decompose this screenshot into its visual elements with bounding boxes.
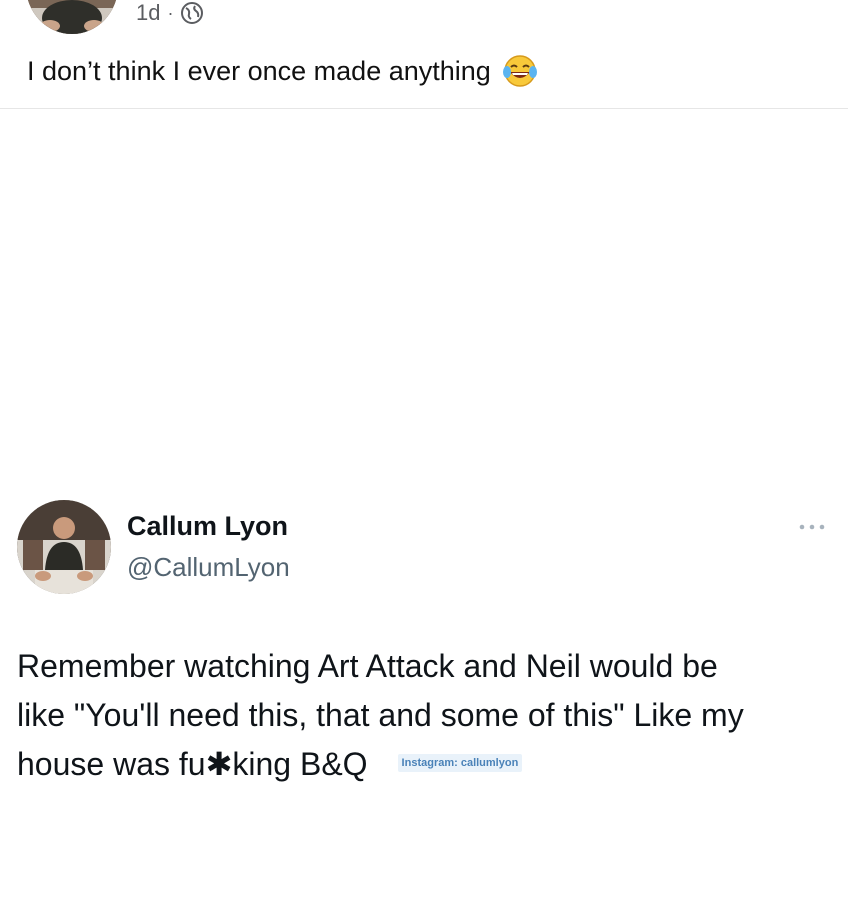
post-meta: 1d · <box>136 0 204 28</box>
tweet-body-line-1: Remember watching Art Attack and Neil wo… <box>17 648 718 684</box>
tweet-display-name[interactable]: Callum Lyon <box>127 511 288 542</box>
tweet-body-line-3: house was fu✱king B&Q Instagram: callumly… <box>17 740 837 789</box>
globe-icon <box>180 1 204 25</box>
tweet-handle[interactable]: @CallumLyon <box>127 552 290 583</box>
tweet-body: Remember watching Art Attack and Neil wo… <box>17 642 837 789</box>
post-time[interactable]: 1d <box>136 0 160 26</box>
laughing-tears-emoji-icon <box>501 52 539 90</box>
censor-mark: ✱ <box>205 746 233 782</box>
poster-avatar[interactable] <box>26 0 118 34</box>
post-text: I don’t think I ever once made anything <box>27 52 539 90</box>
tweet-author-avatar[interactable] <box>17 500 111 594</box>
embedded-tweet: Callum Lyon @CallumLyon Remember watchin… <box>0 490 848 820</box>
instagram-watermark: Instagram: callumlyon <box>397 753 523 772</box>
tweet-body-line-3-suffix: king B&Q <box>232 746 368 782</box>
facebook-post: 1d · I don’t think I ever once made anyt… <box>0 0 848 108</box>
post-divider <box>0 108 848 109</box>
post-text-content: I don’t think I ever once made anything <box>27 55 491 86</box>
tweet-body-line-3-prefix: house was fu <box>17 746 206 782</box>
tweet-body-line-2: like "You'll need this, that and some of… <box>17 697 744 733</box>
screenshot-page: 1d · I don’t think I ever once made anyt… <box>0 0 848 900</box>
more-options-icon[interactable] <box>796 520 828 532</box>
meta-separator: · <box>167 2 174 23</box>
